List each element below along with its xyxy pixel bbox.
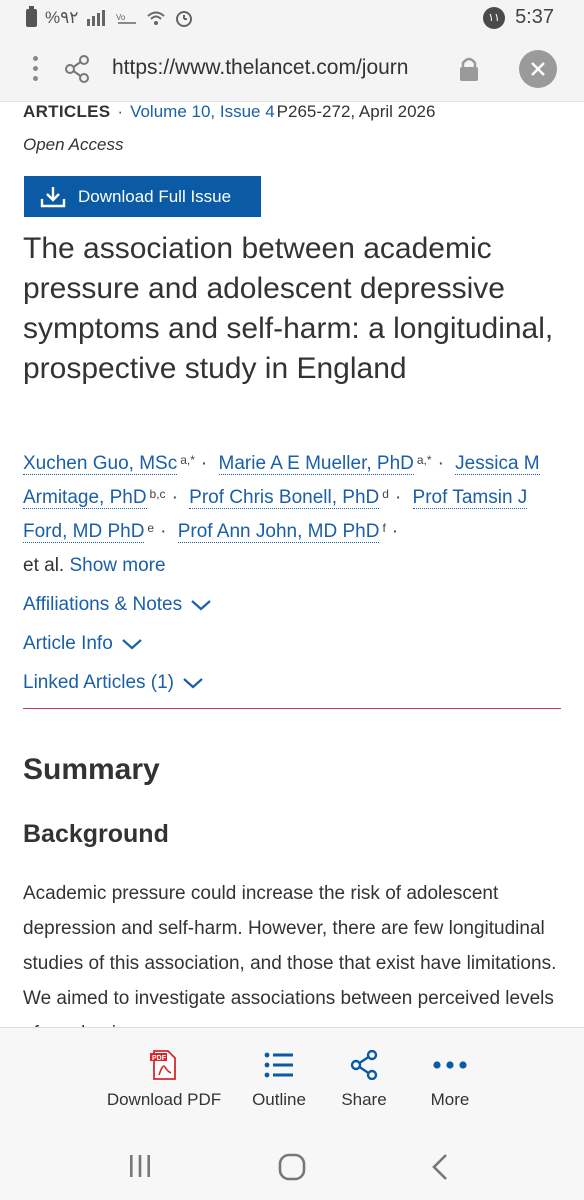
linked-articles-toggle[interactable]: Linked Articles (1) — [23, 672, 204, 694]
et-al: et al. — [23, 555, 65, 576]
alarm-icon — [176, 11, 193, 27]
download-pdf-label: Download PDF — [106, 1090, 222, 1109]
author-link[interactable]: Xuchen Guo, MSc — [23, 453, 178, 475]
download-full-issue-button[interactable]: Download Full Issue — [24, 176, 261, 217]
download-icon — [40, 186, 66, 207]
author-affiliation: f — [382, 521, 386, 535]
clock: 5:37 — [515, 6, 554, 28]
author-affiliation: a,* — [416, 453, 432, 467]
author-link[interactable]: Prof Ann John, MD PhD — [177, 521, 380, 543]
chevron-down-icon — [183, 678, 203, 689]
share-icon — [350, 1050, 378, 1080]
menu-dots-icon[interactable] — [27, 56, 43, 82]
wifi-icon — [147, 11, 166, 25]
outline-label: Outline — [252, 1090, 306, 1109]
author-link[interactable]: Prof Chris Bonell, PhD — [189, 487, 380, 509]
signal-icon — [87, 10, 106, 26]
show-more-link[interactable]: Show more — [69, 555, 165, 576]
more-dots-icon — [433, 1061, 467, 1069]
more-label: More — [430, 1090, 470, 1109]
recent-apps-icon[interactable] — [128, 1153, 152, 1179]
author-list: Xuchen Guo, MSc a,* · Marie A E Mueller, P… — [23, 453, 540, 576]
share-label: Share — [341, 1090, 387, 1109]
home-icon[interactable] — [278, 1153, 306, 1181]
pdf-icon: PDF — [150, 1050, 176, 1080]
status-left: %۹۲ Vo — [26, 6, 194, 28]
author-link[interactable]: Marie A E Mueller, PhD — [218, 453, 414, 475]
system-nav-bar — [0, 1131, 584, 1200]
background-heading: Background — [23, 820, 169, 848]
download-pdf-button[interactable]: PDF Download PDF — [103, 1050, 225, 1110]
affiliations-toggle[interactable]: Affiliations & Notes — [23, 594, 212, 616]
article-meta: ARTICLES · Volume 10, Issue 4 P265-272, Apr… — [23, 102, 436, 121]
article-title: The association between academic pressur… — [23, 232, 554, 385]
battery-icon — [26, 6, 37, 27]
section-divider — [23, 708, 561, 709]
close-button[interactable] — [519, 50, 557, 88]
url-bar: https://www.thelancet.com/journ — [0, 36, 584, 102]
volume-link[interactable]: Volume 10, Issue 4 — [130, 102, 275, 121]
article-info-label: Article Info — [23, 633, 113, 654]
back-icon[interactable] — [430, 1153, 450, 1181]
author-affiliation: b,c — [149, 487, 166, 501]
author-affiliation: d — [382, 487, 389, 501]
svg-text:Vo: Vo — [116, 13, 126, 22]
linked-articles-label: Linked Articles (1) — [23, 672, 175, 693]
notification-badge: ۱۱ — [483, 6, 506, 29]
volte-icon: Vo — [116, 13, 137, 24]
chevron-down-icon — [122, 639, 142, 650]
share-button[interactable]: Share — [337, 1050, 391, 1110]
list-icon — [264, 1052, 293, 1078]
open-access-label: Open Access — [23, 135, 124, 154]
summary-heading: Summary — [23, 753, 160, 786]
battery-percent: %۹۲ — [45, 8, 79, 27]
status-right: ۱۱ 5:37 — [483, 6, 554, 29]
article-info-toggle[interactable]: Article Info — [23, 633, 143, 655]
outline-button[interactable]: Outline — [247, 1050, 311, 1110]
background-text: Academic pressure could increase the ris… — [23, 883, 557, 1027]
bottom-toolbar: PDF Download PDF Outline Share More — [0, 1027, 584, 1131]
download-full-issue-label: Download Full Issue — [78, 186, 232, 206]
article-content: ARTICLES · Volume 10, Issue 4 P265-272, Apr… — [0, 102, 584, 1027]
chevron-down-icon — [191, 600, 211, 611]
share-icon[interactable] — [64, 55, 90, 83]
status-bar: %۹۲ Vo ۱۱ 5:37 — [0, 0, 584, 36]
url-field[interactable]: https://www.thelancet.com/journ — [112, 56, 442, 80]
close-icon — [531, 62, 545, 76]
lock-icon — [460, 57, 478, 81]
svg-text:PDF: PDF — [152, 1055, 167, 1062]
author-affiliation: a,* — [180, 453, 195, 467]
pages-date: P265-272, April 2026 — [276, 102, 436, 121]
article-type: ARTICLES — [23, 102, 111, 121]
more-button[interactable]: More — [424, 1050, 476, 1110]
author-affiliation: e — [147, 521, 155, 535]
affiliations-label: Affiliations & Notes — [23, 594, 183, 615]
